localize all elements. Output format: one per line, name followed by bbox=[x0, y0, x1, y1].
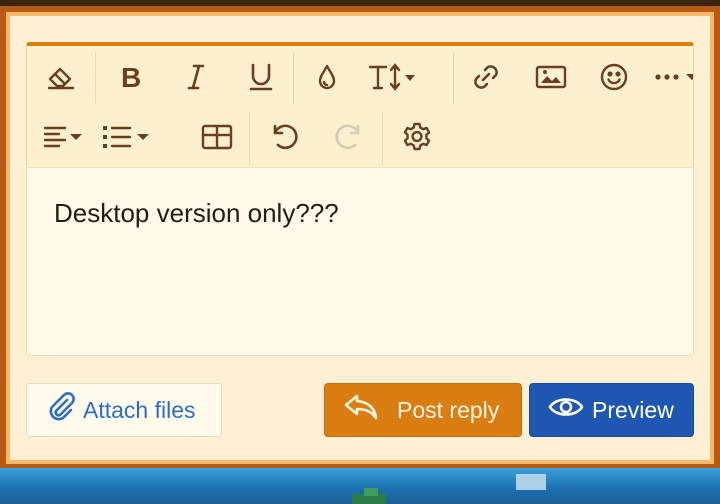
eraser-icon[interactable] bbox=[37, 54, 85, 100]
settings-icon[interactable] bbox=[393, 114, 441, 160]
text-color-icon[interactable] bbox=[303, 54, 351, 100]
post-reply-label: Post reply bbox=[397, 396, 500, 423]
attach-files-label: Attach files bbox=[83, 396, 196, 423]
toolbar-row-2 bbox=[27, 106, 693, 166]
link-icon[interactable] bbox=[462, 54, 510, 100]
table-icon[interactable] bbox=[193, 114, 241, 160]
more-options-icon[interactable] bbox=[647, 54, 693, 100]
reply-icon bbox=[343, 392, 379, 428]
preview-label: Preview bbox=[592, 396, 674, 423]
post-reply-button[interactable]: Post reply bbox=[324, 383, 522, 437]
list-icon[interactable] bbox=[99, 114, 157, 160]
redo-icon[interactable] bbox=[324, 114, 372, 160]
underline-icon[interactable] bbox=[237, 54, 285, 100]
align-icon[interactable] bbox=[37, 114, 95, 160]
background-scene bbox=[0, 468, 720, 504]
bold-icon[interactable]: B bbox=[107, 54, 155, 100]
toolbar-row-1: B bbox=[27, 46, 693, 106]
italic-icon[interactable] bbox=[172, 54, 220, 100]
image-icon[interactable] bbox=[527, 54, 575, 100]
smiley-icon[interactable] bbox=[590, 54, 638, 100]
svg-text:B: B bbox=[121, 63, 141, 91]
editor-content[interactable]: Desktop version only??? bbox=[27, 168, 693, 355]
paperclip-icon bbox=[47, 392, 77, 428]
attach-files-button[interactable]: Attach files bbox=[26, 383, 222, 437]
undo-icon[interactable] bbox=[261, 114, 309, 160]
rich-text-editor: B Desktop version only??? bbox=[26, 42, 694, 356]
eye-icon bbox=[548, 394, 584, 426]
font-size-icon[interactable] bbox=[363, 54, 423, 100]
preview-button[interactable]: Preview bbox=[529, 383, 694, 437]
editor-toolbar: B bbox=[27, 46, 693, 168]
